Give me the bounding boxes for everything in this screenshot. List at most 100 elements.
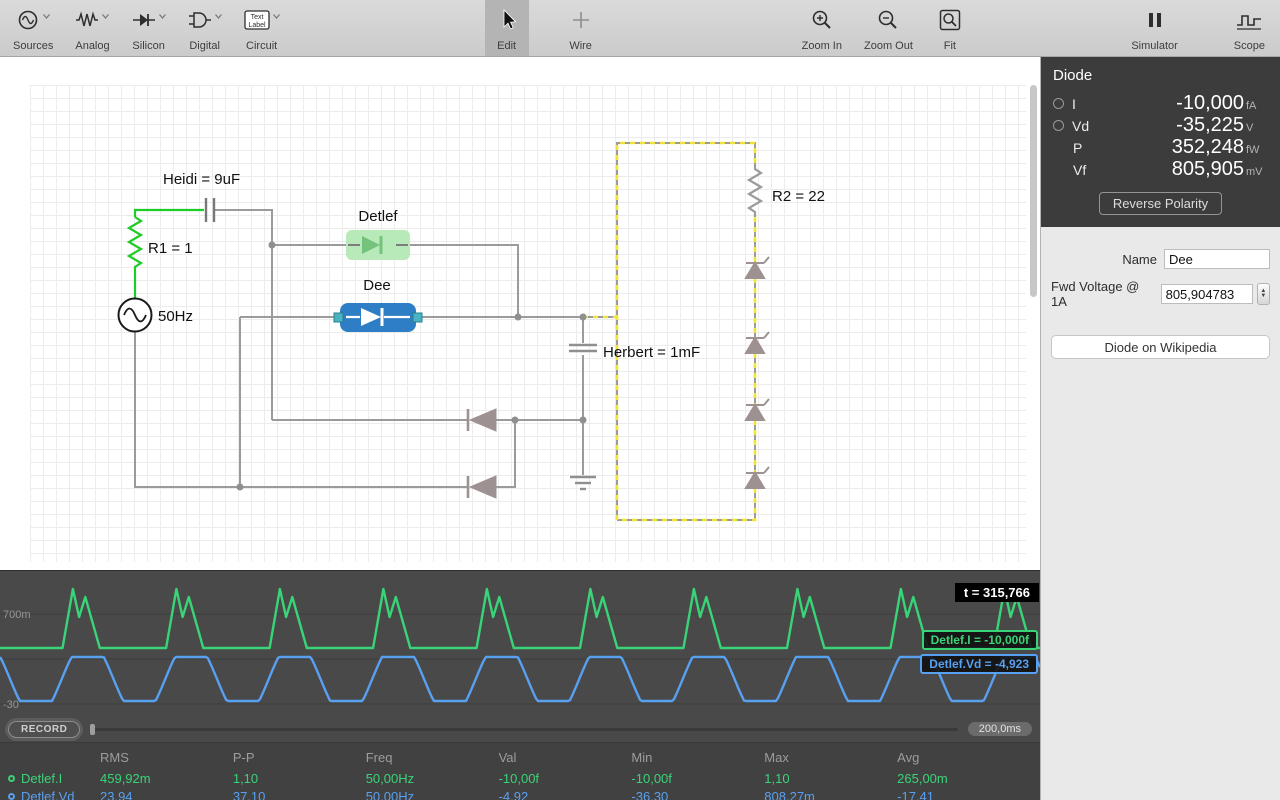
scope-button[interactable]: Scope [1227, 0, 1272, 56]
junction-dots [237, 242, 587, 491]
label-r1: R1 = 1 [148, 240, 193, 257]
stats-row-name[interactable]: Detlef.Vd [8, 788, 100, 800]
stat-cell: 265,00m [897, 770, 1030, 787]
stat-cell: 23,94 [100, 788, 233, 800]
rectifier-diodes[interactable] [468, 409, 496, 498]
zener-diodes[interactable] [746, 257, 769, 488]
circuit-label: Circuit [246, 40, 277, 52]
waveform-icon [1236, 8, 1262, 32]
simulator-button[interactable]: Simulator [1124, 0, 1184, 56]
stat-cell: 50,00Hz [366, 788, 499, 800]
stat-cell: 50,00Hz [366, 770, 499, 787]
stat-cell: -17,41 [897, 788, 1030, 800]
schematic[interactable]: Heidi = 9uF R1 = 1 50Hz Detlef Dee Herbe… [0, 57, 1040, 570]
name-input[interactable] [1164, 249, 1270, 269]
signal-badge-detlef-i[interactable]: Detlef.I = -10,000f [922, 630, 1038, 650]
capacitor-heidi[interactable] [206, 198, 214, 222]
cursor-arrow-icon [496, 8, 518, 32]
icircuit-window: Sources Analog Silicon [0, 0, 1280, 800]
edit-tool-button[interactable]: Edit [485, 0, 529, 56]
label-heidi: Heidi = 9uF [163, 171, 240, 188]
stats-header: Min [631, 748, 764, 769]
fit-button[interactable]: Fit [928, 0, 972, 56]
measurement-unit: fA [1246, 100, 1268, 112]
measurement-panel: Diode I -10,000 fA Vd -35,225 V P 352,24… [1041, 57, 1280, 227]
stats-row-name[interactable]: Detlef.I [8, 770, 100, 787]
sources-button[interactable]: Sources [6, 0, 60, 56]
time-window-badge[interactable]: 200,0ms [968, 722, 1032, 736]
measurement-label: Vf [1073, 162, 1172, 178]
stat-cell: 1,10 [233, 770, 366, 787]
analog-button[interactable]: Analog [68, 0, 116, 56]
magnifier-plus-icon [810, 8, 834, 32]
diode-dee[interactable] [334, 303, 422, 332]
canvas-vertical-scrollbar[interactable] [1030, 85, 1037, 297]
measurement-row: Vd -35,225 V [1053, 114, 1268, 136]
scope-plot[interactable]: 700m -30 t = 315,766 Detlef.I = -10,000f… [0, 571, 1040, 716]
measurement-value: 805,905 [1172, 158, 1244, 181]
timeline-slider[interactable] [90, 728, 957, 731]
wikipedia-button[interactable]: Diode on Wikipedia [1051, 335, 1270, 359]
scope-controls: RECORD 200,0ms [0, 716, 1040, 742]
pause-icon [1145, 8, 1165, 32]
fit-label: Fit [944, 40, 956, 52]
sources-label: Sources [13, 40, 53, 52]
scope-panel: 700m -30 t = 315,766 Detlef.I = -10,000f… [0, 570, 1040, 800]
label-freq: 50Hz [158, 308, 193, 325]
label-dee: Dee [363, 277, 391, 294]
fwd-voltage-input[interactable] [1161, 284, 1253, 304]
measurement-label: Vd [1072, 118, 1176, 134]
stat-cell: -36,30 [631, 788, 764, 800]
measurement-label: I [1072, 96, 1176, 112]
capacitor-herbert[interactable] [569, 345, 597, 351]
diode-detlef[interactable] [346, 230, 410, 260]
diode [468, 476, 496, 498]
time-badge: t = 315,766 [955, 583, 1039, 602]
selected-wire-highlight[interactable] [583, 143, 755, 520]
stepper-down-icon[interactable]: ▼ [1260, 294, 1266, 299]
fit-label-zoomout: Zoom Out [864, 40, 913, 52]
wire-tool-button[interactable]: Wire [559, 0, 603, 56]
stats-header: Freq [366, 748, 499, 769]
zoom-in-button[interactable]: Zoom In [795, 0, 849, 56]
stat-cell: 1,10 [764, 770, 897, 787]
stat-cell: -10,00f [499, 770, 632, 787]
record-button[interactable]: RECORD [8, 721, 80, 738]
wires[interactable] [135, 143, 755, 520]
zoom-out-button[interactable]: Zoom Out [857, 0, 920, 56]
plot-radio-vd[interactable] [1053, 120, 1064, 131]
inspector-title: Diode [1053, 67, 1268, 84]
signal-color-dot [8, 793, 15, 800]
ground-symbol[interactable] [570, 477, 596, 489]
silicon-button[interactable]: Silicon [125, 0, 173, 56]
signal-badge-detlef-vd[interactable]: Detlef.Vd = -4,923 [920, 654, 1038, 674]
ac-source-50hz[interactable] [119, 299, 152, 332]
plus-icon [571, 8, 591, 32]
stats-header: P-P [233, 748, 366, 769]
measurement-unit: fW [1246, 144, 1268, 156]
schematic-canvas[interactable]: Heidi = 9uF R1 = 1 50Hz Detlef Dee Herbe… [0, 57, 1040, 570]
diode [468, 409, 496, 431]
chevron-down-icon [43, 14, 50, 19]
ac-source-icon [16, 8, 40, 32]
svg-text:Label: Label [248, 22, 266, 29]
stat-cell: -10,00f [631, 770, 764, 787]
stepper-control[interactable]: ▲▼ [1257, 283, 1270, 305]
timeline-slider-thumb[interactable] [90, 724, 95, 735]
measurement-value: -35,225 [1176, 114, 1244, 137]
zener-diode [746, 332, 769, 353]
text-label-icon: TextLabel [244, 8, 270, 32]
selection-handle[interactable] [413, 313, 422, 322]
measurement-row: I -10,000 fA [1053, 92, 1268, 114]
digital-button[interactable]: Digital [181, 0, 229, 56]
plot-radio-i[interactable] [1053, 98, 1064, 109]
selection-handle[interactable] [334, 313, 343, 322]
svg-text:Text: Text [250, 14, 263, 21]
stats-corner [8, 748, 100, 769]
resistor-r2[interactable] [749, 165, 761, 217]
reverse-polarity-button[interactable]: Reverse Polarity [1099, 192, 1222, 215]
waveform-detlef-i [0, 589, 1040, 648]
logic-gate-icon [188, 8, 212, 32]
properties-panel: Name Fwd Voltage @ 1A ▲▼ Diode on Wikipe… [1041, 227, 1280, 359]
circuit-button[interactable]: TextLabel Circuit [237, 0, 287, 56]
